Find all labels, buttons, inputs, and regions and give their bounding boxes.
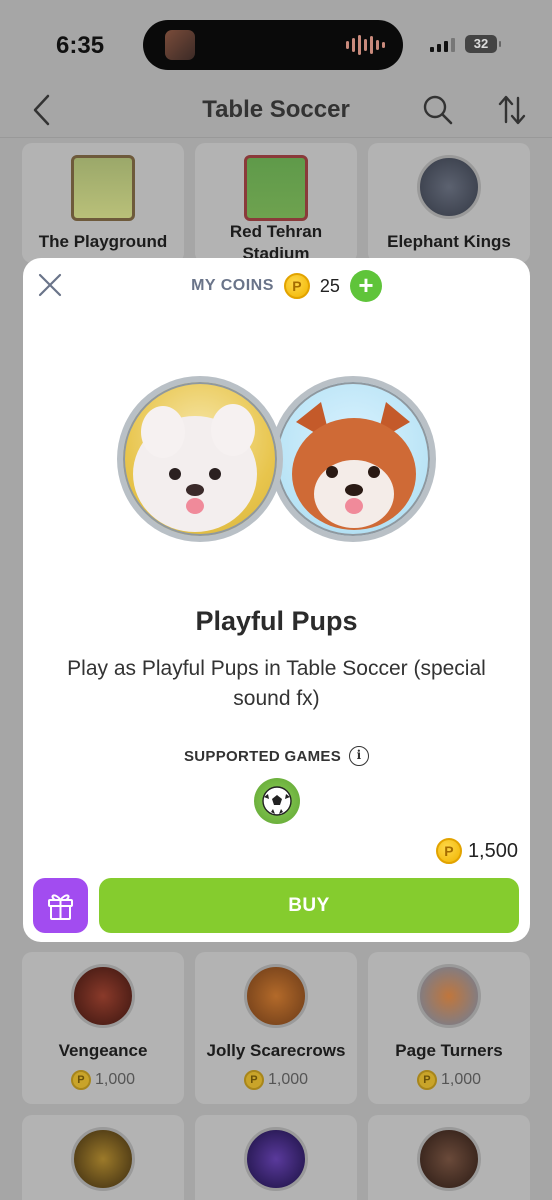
bearded-man-thumbnail (417, 1127, 481, 1191)
brown-pup-avatar (270, 376, 436, 542)
table-soccer-game-icon[interactable] (254, 778, 300, 824)
card-name: Vengeance (58, 1041, 148, 1060)
card-name: Page Turners (395, 1041, 503, 1060)
supported-games-row: SUPPORTED GAMES i (23, 746, 530, 766)
vengeance-thumbnail (71, 964, 135, 1028)
red-tehran-stadium-thumbnail (244, 155, 308, 221)
item-card-vengeance[interactable]: Vengeance P 1,000 (22, 952, 184, 1104)
navigation-bar: Table Soccer (0, 82, 552, 138)
coin-icon: P (416, 1070, 437, 1090)
gift-icon (48, 894, 73, 920)
my-coins-label: MY COINS (191, 277, 274, 294)
audio-waveform-icon (346, 34, 385, 56)
item-card-elephant-kings[interactable]: Elephant Kings (368, 143, 530, 263)
purple-jellyfish-thumbnail (244, 1127, 308, 1191)
item-detail-modal: MY COINS P 25 + Playful Pups Play as Pla… (23, 258, 530, 942)
item-card-red-tehran-stadium[interactable]: Red Tehran Stadium (195, 143, 357, 263)
white-pup-avatar (117, 376, 283, 542)
battery-level: 32 (473, 36, 489, 51)
item-card-partial-1[interactable] (22, 1115, 184, 1200)
item-price: P 1,500 (435, 838, 518, 864)
item-card-partial-3[interactable] (368, 1115, 530, 1200)
soccer-ball-icon (262, 786, 292, 816)
my-coins-row: MY COINS P 25 + (23, 270, 530, 302)
the-playground-thumbnail (71, 155, 135, 221)
coin-icon: P (243, 1070, 264, 1090)
card-name: The Playground (38, 232, 168, 251)
coin-icon: P (283, 273, 310, 299)
coin-icon: P (70, 1070, 91, 1090)
page-title: Table Soccer (202, 96, 350, 123)
item-card-the-playground[interactable]: The Playground (22, 143, 184, 263)
card-price-value: 1,000 (440, 1071, 482, 1088)
status-bar: 6:35 32 (0, 0, 552, 90)
item-card-jolly-scarecrows[interactable]: Jolly Scarecrows P 1,000 (195, 952, 357, 1104)
item-title: Playful Pups (195, 606, 358, 636)
item-card-page-turners[interactable]: Page Turners P 1,000 (368, 952, 530, 1104)
card-price: P 1,000 (22, 1070, 184, 1090)
info-icon[interactable]: i (349, 746, 370, 766)
coin-icon: P (435, 838, 462, 864)
golden-helmet-thumbnail (71, 1127, 135, 1191)
dynamic-island (143, 20, 403, 70)
card-name: Elephant Kings (387, 232, 511, 251)
item-price-value: 1,500 (467, 839, 518, 862)
item-description: Play as Playful Pups in Table Soccer (sp… (67, 657, 486, 710)
sort-icon[interactable] (496, 92, 528, 128)
gift-button[interactable] (33, 878, 88, 933)
card-name: Jolly Scarecrows (206, 1041, 346, 1060)
item-card-partial-2[interactable] (195, 1115, 357, 1200)
jolly-scarecrows-thumbnail (244, 964, 308, 1028)
page-turners-thumbnail (417, 964, 481, 1028)
coin-balance: 25 (319, 275, 340, 296)
now-playing-thumbnail (165, 30, 195, 60)
add-coins-button[interactable]: + (349, 270, 382, 302)
search-icon[interactable] (422, 94, 454, 126)
buy-button[interactable]: BUY (99, 878, 519, 933)
battery-icon: 32 (465, 35, 501, 53)
cellular-signal-icon (430, 38, 455, 52)
card-price: P 1,000 (368, 1070, 530, 1090)
card-price-value: 1,000 (267, 1071, 309, 1088)
elephant-kings-thumbnail (417, 155, 481, 219)
card-price: P 1,000 (195, 1070, 357, 1090)
status-time: 6:35 (56, 32, 105, 59)
supported-games-label: SUPPORTED GAMES (183, 747, 342, 765)
card-price-value: 1,000 (94, 1071, 136, 1088)
